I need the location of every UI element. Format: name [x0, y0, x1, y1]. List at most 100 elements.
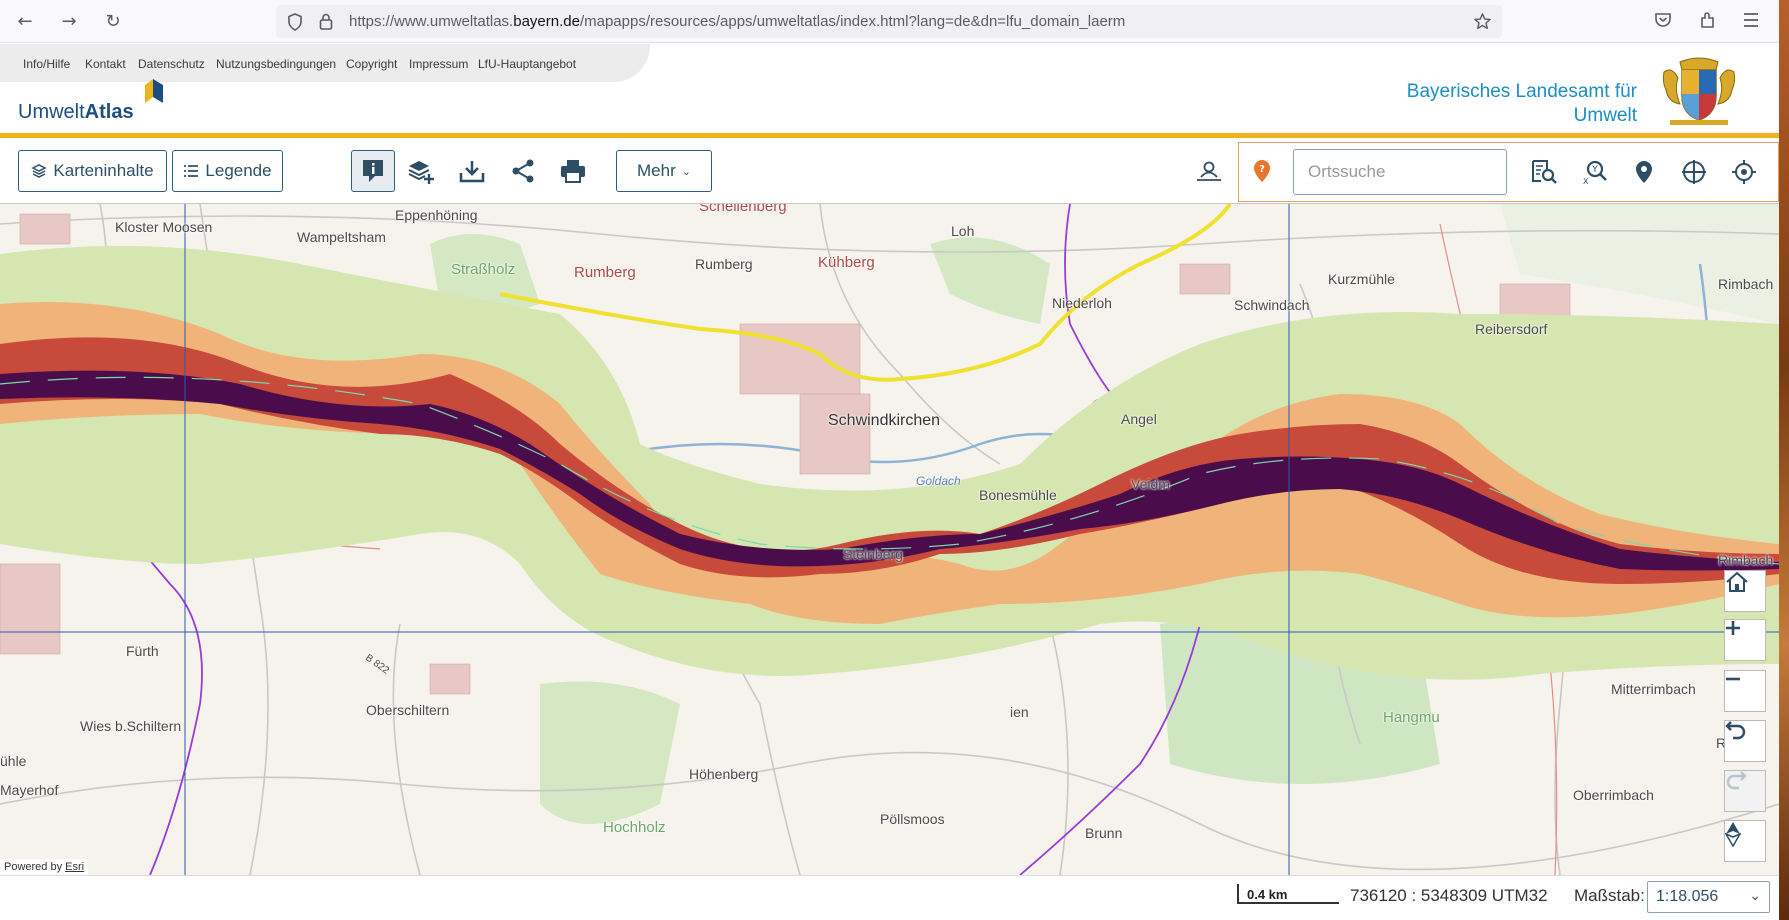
- link-copyright[interactable]: Copyright: [346, 57, 397, 71]
- layers-plus-icon: [408, 161, 434, 184]
- print-icon: [561, 160, 585, 183]
- chevron-down-icon: ⌄: [1749, 887, 1761, 903]
- place-label: Rumberg: [695, 256, 753, 272]
- map-pin-icon: [1636, 161, 1652, 183]
- place-label: Wies b.Schiltern: [80, 718, 182, 734]
- place-label: Schellenberg: [699, 204, 787, 215]
- back-icon[interactable]: ←: [14, 11, 36, 33]
- browser-window: ← → ↻ https://www.umweltatlas.bayern.de/…: [0, 0, 1779, 920]
- svg-text:?: ?: [1259, 164, 1265, 175]
- massstab-label: Maßstab:: [1574, 886, 1645, 905]
- bookmark-star-icon[interactable]: [1473, 12, 1492, 31]
- top-links: Info/Hilfe Kontakt Datenschutz Nutzungsb…: [0, 44, 650, 82]
- add-layer-button[interactable]: [400, 150, 442, 192]
- link-kontakt[interactable]: Kontakt: [85, 57, 126, 71]
- place-label: Kurzmühle: [1328, 271, 1395, 287]
- xy-search-icon: YX: [1583, 160, 1607, 185]
- shield-icon: [288, 13, 302, 31]
- place-label: Schwindach: [1234, 297, 1310, 313]
- place-label: Reibersdorf: [1475, 321, 1548, 337]
- mehr-dropdown[interactable]: Mehr ⌄: [616, 150, 712, 192]
- locate-me-button[interactable]: [1723, 151, 1765, 193]
- browser-toolbar: ← → ↻ https://www.umweltatlas.bayern.de/…: [0, 0, 1779, 43]
- map-canvas[interactable]: [0, 204, 1779, 875]
- coordinate-readout: 736120 : 5348309 UTM32: [1350, 886, 1548, 905]
- place-label: Hochholz: [603, 819, 666, 836]
- compass-button[interactable]: [1724, 820, 1766, 862]
- download-icon: [459, 161, 485, 183]
- river-label: Goldach: [916, 474, 961, 488]
- undo-icon: [1725, 721, 1746, 740]
- desktop-background: [1779, 0, 1789, 920]
- place-label: Kühberg: [818, 254, 875, 271]
- place-label: Bonesmühle: [979, 487, 1057, 503]
- link-info-hilfe[interactable]: Info/Hilfe: [23, 57, 70, 71]
- organization-title: Bayerisches Landesamt für Umwelt: [1406, 81, 1637, 126]
- link-impressum[interactable]: Impressum: [409, 57, 468, 71]
- link-lfu-hauptangebot[interactable]: LfU-Hauptangebot: [478, 57, 576, 71]
- gps-locate-icon: [1732, 160, 1756, 184]
- place-label: Steinberg: [843, 546, 903, 562]
- map-person-icon: [1197, 161, 1221, 181]
- document-search-icon: [1532, 160, 1557, 184]
- reload-icon[interactable]: ↻: [102, 11, 124, 33]
- place-label: Hangmu: [1383, 709, 1440, 726]
- print-button[interactable]: [552, 150, 594, 192]
- layers-icon: [31, 164, 48, 178]
- menu-icon[interactable]: [1742, 12, 1760, 28]
- minus-icon: [1726, 677, 1740, 681]
- place-label: Rimbach: [1718, 552, 1774, 568]
- esri-link[interactable]: Esri: [65, 861, 84, 873]
- link-nutzungsbedingungen[interactable]: Nutzungsbedingungen: [216, 57, 336, 71]
- share-button[interactable]: [502, 150, 544, 192]
- place-marker-button[interactable]: [1623, 151, 1665, 193]
- search-results-button[interactable]: [1523, 151, 1565, 193]
- home-button[interactable]: [1724, 570, 1766, 612]
- karteninhalte-button[interactable]: Karteninhalte: [18, 150, 167, 192]
- place-label: ien: [1010, 704, 1029, 720]
- place-label: Fürth: [126, 643, 159, 659]
- coordinate-search-button[interactable]: YX: [1573, 151, 1615, 193]
- redo-extent-button[interactable]: [1724, 770, 1766, 812]
- place-label: Schwindkirchen: [828, 412, 941, 429]
- umweltatlas-logo[interactable]: UmweltAtlas: [18, 101, 134, 124]
- karteninhalte-label: Karteninhalte: [53, 161, 154, 180]
- place-label: Mitterrimbach: [1611, 681, 1696, 697]
- massstab-value: 1:18.056: [1656, 888, 1719, 905]
- info-tool-button[interactable]: [351, 150, 395, 192]
- zoom-out-button[interactable]: [1724, 670, 1766, 712]
- zoom-in-button[interactable]: [1724, 619, 1766, 661]
- extensions-icon[interactable]: [1698, 10, 1718, 30]
- scale-bar: 0.4 km: [1237, 884, 1339, 904]
- place-label: Loh: [951, 223, 975, 239]
- lock-icon: [319, 13, 333, 30]
- ortssuche-input[interactable]: [1293, 149, 1507, 195]
- place-label: ühle: [0, 753, 27, 769]
- link-datenschutz[interactable]: Datenschutz: [138, 57, 205, 71]
- svg-text:X: X: [1583, 177, 1589, 185]
- legende-button[interactable]: Legende: [172, 150, 283, 192]
- info-icon: [363, 160, 383, 182]
- share-icon: [512, 159, 534, 183]
- logo-mark-icon: [145, 79, 163, 103]
- download-button[interactable]: [451, 150, 493, 192]
- map-view[interactable]: Kloster Moosen Wampeltsham Eppenhöning S…: [0, 204, 1779, 875]
- place-label: Pöllsmoos: [880, 811, 945, 827]
- pocket-icon[interactable]: [1654, 11, 1672, 29]
- mehr-label: Mehr: [637, 161, 676, 180]
- place-label: Wampeltsham: [297, 229, 386, 245]
- legende-label: Legende: [205, 161, 272, 180]
- undo-extent-button[interactable]: [1724, 720, 1766, 762]
- place-label: Oberschiltern: [366, 702, 450, 718]
- forward-icon[interactable]: →: [58, 11, 80, 33]
- coordinate-tool-button[interactable]: [1673, 151, 1715, 193]
- place-label: Veidm: [1131, 476, 1170, 492]
- plus-icon: [1726, 621, 1740, 635]
- place-label: Straßholz: [451, 261, 516, 278]
- massstab-select[interactable]: 1:18.056 ⌄: [1647, 881, 1770, 913]
- place-label: Rumberg: [574, 264, 636, 281]
- address-bar[interactable]: https://www.umweltatlas.bayern.de/mapapp…: [276, 5, 1502, 38]
- user-service-button[interactable]: [1188, 150, 1230, 192]
- crosshair-icon: [1682, 160, 1706, 184]
- chevron-down-icon: ⌄: [681, 164, 691, 178]
